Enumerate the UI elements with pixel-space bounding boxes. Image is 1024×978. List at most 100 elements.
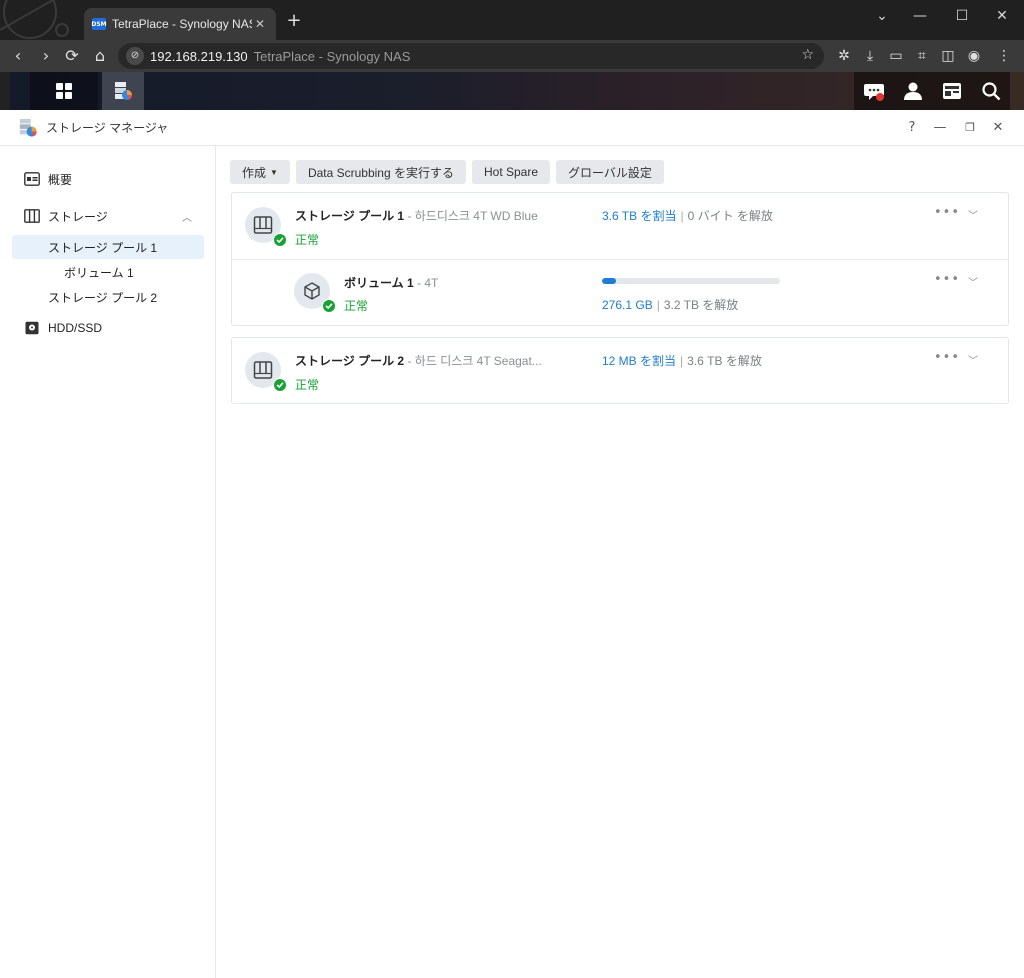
address-bar[interactable]: ⊘ 192.168.219.130 TetraPlace - Synology … — [118, 43, 824, 69]
storage-manager-window: ストレージ マネージャ ? — ❐ ✕ 概要 ストレージ ︿ ストレージ プール… — [0, 110, 1024, 978]
sidebar-item-label: ストレージ プール 1 — [48, 240, 158, 255]
hot-spare-button[interactable]: Hot Spare — [472, 160, 551, 184]
screenshot-icon[interactable]: ⌗ — [912, 46, 932, 66]
chevron-down-icon[interactable]: ﹀ — [968, 207, 978, 222]
sidebar-item-storage-pool-1[interactable]: ストレージ プール 1 — [12, 235, 204, 259]
taskbar-storage-manager[interactable] — [102, 72, 144, 110]
sidebar-item-storage[interactable]: ストレージ ︿ — [12, 204, 204, 228]
window-minimize-button[interactable]: — — [930, 119, 950, 137]
main-menu-button[interactable] — [30, 72, 98, 110]
widgets-icon[interactable] — [940, 79, 964, 103]
storage-icon — [24, 209, 40, 223]
search-icon[interactable] — [979, 79, 1003, 103]
dsm-taskbar — [0, 72, 1024, 110]
window-title: ストレージ マネージャ — [46, 121, 169, 135]
free-text: 3.2 TB を解放 — [663, 298, 739, 312]
check-icon — [273, 378, 287, 392]
browser-window: DSM TetraPlace - Synology NAS ✕ + ⌄ — ☐ … — [0, 0, 1024, 978]
storage-pool-row[interactable]: ストレージ プール 2 - 하드 디스크 4T Seagat... 正常 12 … — [232, 338, 1008, 404]
tab-close-icon[interactable]: ✕ — [252, 17, 268, 31]
minimize-window-button[interactable]: — — [900, 6, 940, 26]
sidebar: 概要 ストレージ ︿ ストレージ プール 1 ボリューム 1 ストレージ プール… — [0, 146, 216, 978]
chevron-down-icon[interactable]: ﹀ — [968, 352, 978, 367]
pool-name-text: ストレージ プール 2 — [295, 354, 405, 368]
close-window-button[interactable]: ✕ — [982, 6, 1022, 26]
check-icon — [322, 299, 336, 313]
storage-pool-name: ストレージ プール 1 - 하드디스크 4T WD Blue — [295, 207, 538, 224]
url-host: 192.168.219.130 — [150, 48, 248, 64]
storage-pool-card: ストレージ プール 2 - 하드 디스크 4T Seagat... 正常 12 … — [231, 337, 1009, 404]
notifications-icon[interactable] — [862, 79, 886, 103]
window-restore-button[interactable]: ❐ — [960, 119, 980, 137]
sidebar-item-overview[interactable]: 概要 — [12, 167, 204, 191]
extensions-icon[interactable]: ✲ — [834, 46, 854, 66]
check-icon — [273, 233, 287, 247]
storage-pool-name: ストレージ プール 2 - 하드 디스크 4T Seagat... — [295, 352, 542, 369]
volume-usage: 276.1 GB | 3.2 TB を解放 — [602, 298, 739, 312]
allocated-text: 12 MB を割当 — [602, 354, 677, 368]
overview-icon — [24, 172, 40, 186]
volume-row[interactable]: ボリューム 1 - 4T 正常 276.1 GB | 3.2 TB を解放 ••• … — [232, 259, 1008, 325]
used-text: 276.1 GB — [602, 298, 653, 312]
volume-usage-bar — [602, 278, 780, 284]
taskbar-tray — [854, 72, 1010, 110]
sidebar-item-label: 概要 — [48, 172, 73, 187]
home-icon[interactable]: ⌂ — [88, 44, 112, 68]
tab-title: TetraPlace - Synology NAS — [112, 17, 252, 31]
sidebar-item-volume-1[interactable]: ボリューム 1 — [12, 260, 204, 284]
data-scrubbing-button[interactable]: Data Scrubbing を実行する — [295, 160, 466, 184]
tab-search-icon[interactable]: ⌄ — [862, 6, 902, 26]
tab-strip: DSM TetraPlace - Synology NAS ✕ + ⌄ — ☐ … — [0, 0, 1024, 40]
hdd-icon — [25, 321, 39, 335]
storage-pool-icon — [245, 207, 287, 247]
downloads-icon[interactable]: ⤓ — [860, 46, 880, 66]
allocated-text: 3.6 TB を割当 — [602, 209, 677, 223]
sidebar-item-hdd-ssd[interactable]: HDD/SSD — [12, 316, 204, 340]
url-page-title: TetraPlace - Synology NAS — [253, 48, 411, 64]
not-secure-icon[interactable]: ⊘ — [126, 47, 144, 65]
chevron-down-icon[interactable]: ﹀ — [968, 274, 978, 289]
dsm-favicon-icon: DSM — [91, 18, 107, 30]
pool-name-text: ストレージ プール 1 — [295, 209, 405, 223]
main-menu-icon — [56, 83, 72, 99]
free-text: 0 バイト を解放 — [687, 209, 773, 223]
create-button-label: 作成 — [242, 165, 267, 180]
help-button[interactable]: ? — [902, 119, 922, 137]
pool-description: - 하드 디스크 4T Seagat... — [404, 354, 542, 368]
storage-manager-icon — [115, 82, 133, 100]
forward-icon[interactable]: › — [34, 44, 58, 68]
sidebar-item-storage-pool-2[interactable]: ストレージ プール 2 — [12, 285, 204, 309]
create-button[interactable]: 作成 ▼ — [230, 160, 290, 184]
more-options-icon[interactable]: ••• — [934, 350, 960, 365]
window-close-button[interactable]: ✕ — [988, 119, 1008, 137]
action-toolbar: 作成 ▼ Data Scrubbing を実行する Hot Spare グローバ… — [230, 160, 670, 184]
volume-icon — [294, 273, 336, 313]
main-content: 作成 ▼ Data Scrubbing を実行する Hot Spare グローバ… — [216, 146, 1024, 978]
free-text: 3.6 TB を解放 — [687, 354, 762, 368]
reload-icon[interactable]: ⟳ — [60, 44, 84, 68]
chevron-up-icon[interactable]: ︿ — [182, 209, 192, 224]
menu-icon[interactable]: ⋮ — [994, 46, 1014, 66]
profile-icon[interactable]: ◉ — [964, 46, 984, 66]
pool-description: - 하드디스크 4T WD Blue — [404, 209, 538, 223]
window-titlebar[interactable]: ストレージ マネージャ — [0, 110, 1024, 146]
storage-manager-icon — [19, 118, 37, 137]
user-icon[interactable] — [901, 79, 925, 103]
status-badge: 正常 — [295, 378, 320, 392]
back-icon[interactable]: ‹ — [6, 44, 30, 68]
maximize-window-button[interactable]: ☐ — [942, 6, 982, 26]
global-settings-button[interactable]: グローバル設定 — [556, 160, 664, 184]
screen-record-icon[interactable]: ▭ — [886, 46, 906, 66]
new-tab-button[interactable]: + — [284, 10, 304, 32]
more-options-icon[interactable]: ••• — [934, 272, 960, 287]
browser-tab[interactable]: DSM TetraPlace - Synology NAS ✕ — [84, 8, 276, 40]
storage-pool-row[interactable]: ストレージ プール 1 - 하드디스크 4T WD Blue 正常 3.6 TB… — [232, 193, 1008, 259]
more-options-icon[interactable]: ••• — [934, 205, 960, 220]
sidebar-item-label: HDD/SSD — [48, 321, 103, 335]
sidebar-item-label: ストレージ — [48, 209, 108, 224]
storage-pool-card: ストレージ プール 1 - 하드디스크 4T WD Blue 正常 3.6 TB… — [231, 192, 1009, 326]
split-view-icon[interactable]: ◫ — [938, 46, 958, 66]
browser-decoration — [0, 0, 80, 40]
favorite-star-icon[interactable]: ☆ — [801, 47, 814, 63]
volume-description: - 4T — [413, 276, 439, 290]
